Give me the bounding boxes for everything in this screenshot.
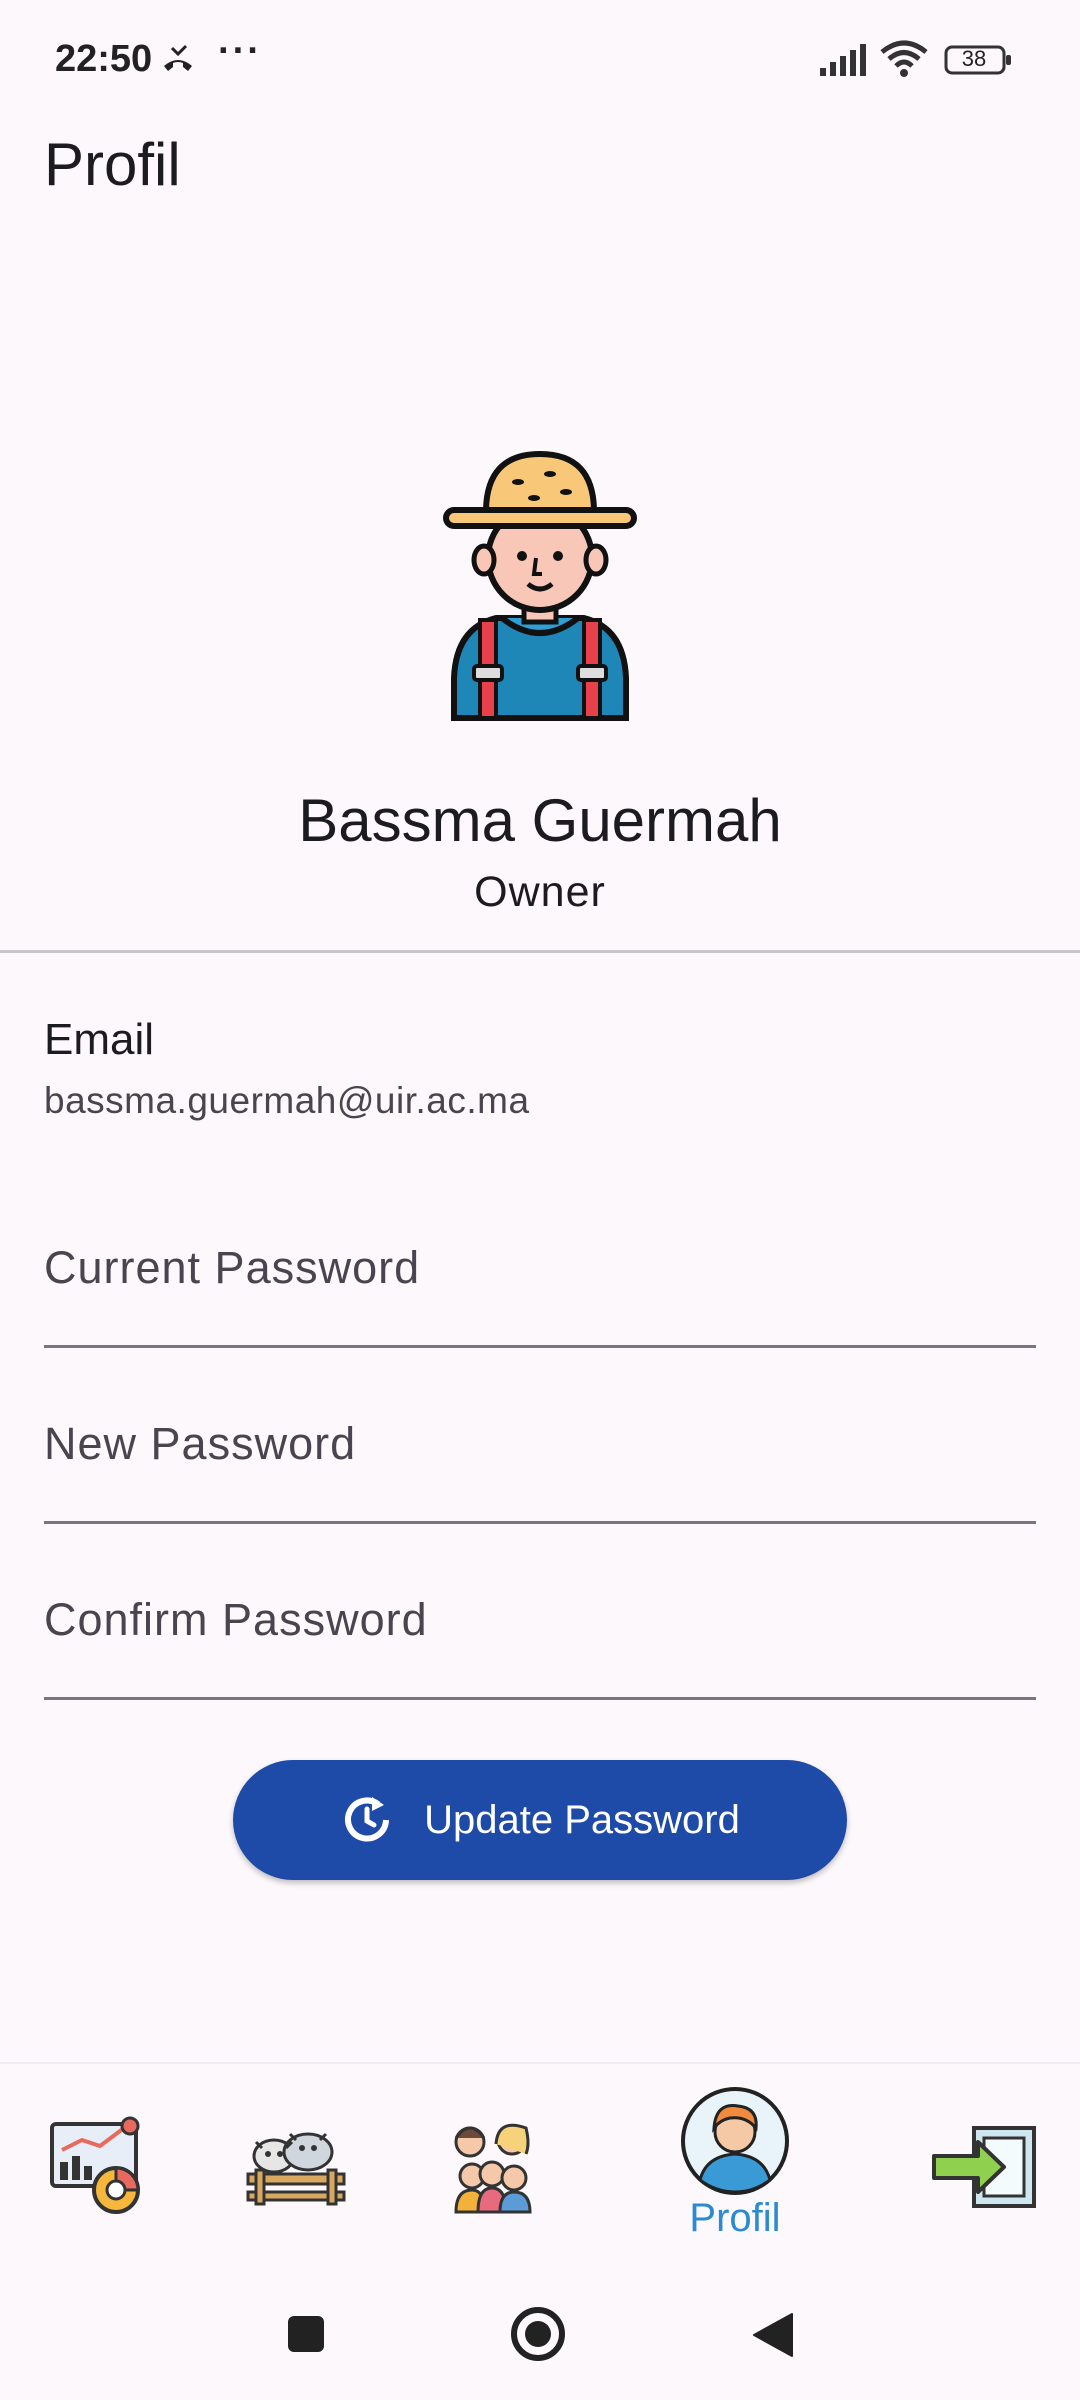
new-password-field[interactable]: New Password [44,1384,1036,1524]
system-navigation-bar [0,2272,1080,2400]
recents-square-icon[interactable] [286,2314,326,2354]
nav-label-profil: Profil [689,2196,781,2240]
nav-item-livestock[interactable] [236,2064,356,2274]
livestock-cows-icon [246,2132,346,2206]
wifi-icon [880,40,928,77]
refresh-clock-icon [345,1797,390,1842]
back-triangle-icon[interactable] [752,2312,796,2358]
battery-level: 38 [961,46,987,71]
email-value: bassma.guermah@uir.ac.ma [44,1080,530,1121]
user-name: Bassma Guermah [298,787,782,854]
dashboard-chart-icon [50,2116,140,2214]
update-password-label: Update Password [424,1797,740,1842]
team-people-icon [454,2123,532,2214]
nav-item-profil[interactable]: Profil [660,2064,810,2274]
status-bar: 22:50 ··· 38 [0,0,1080,120]
field-underline [44,1521,1036,1524]
confirm-password-field[interactable]: Confirm Password [44,1560,1036,1700]
page-title: Profil [44,131,181,198]
field-underline [44,1697,1036,1700]
signal-icon [820,44,866,76]
logout-arrow-icon [932,2126,1036,2208]
user-role: Owner [474,868,606,916]
profile-avatar-icon [681,2087,789,2195]
nav-item-dashboard[interactable] [40,2064,160,2274]
email-label: Email [44,1015,155,1064]
bottom-navigation: Profil [0,2062,1080,2274]
farmer-avatar-icon [443,450,637,721]
home-circle-icon[interactable] [510,2306,566,2362]
current-password-field[interactable]: Current Password [44,1208,1036,1348]
missed-call-icon [164,44,192,71]
nav-item-team[interactable] [432,2064,552,2274]
field-underline [44,1345,1036,1348]
update-password-button[interactable]: Update Password [233,1760,847,1880]
nav-item-logout[interactable] [924,2064,1044,2274]
section-divider [0,950,1080,953]
status-more-dots: ··· [218,30,262,72]
status-time: 22:50 [55,38,153,80]
